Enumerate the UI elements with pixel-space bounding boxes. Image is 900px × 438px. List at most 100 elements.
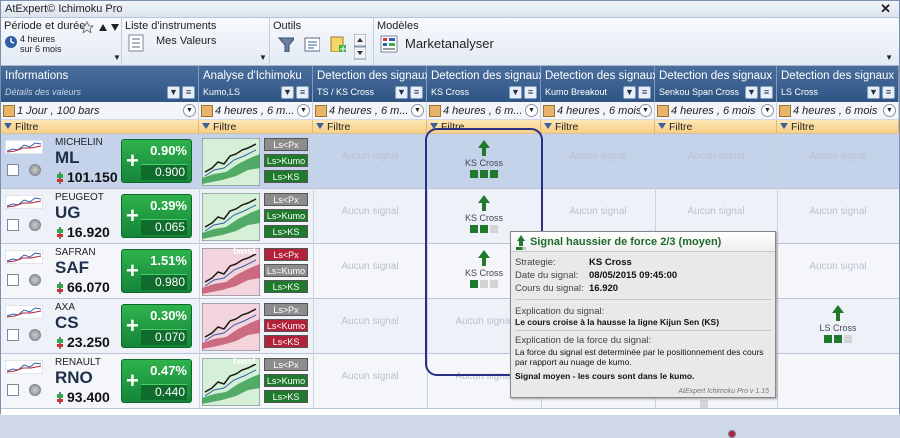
- instrument-list-value[interactable]: Mes Valeurs: [156, 35, 216, 47]
- row-radio[interactable]: [29, 274, 41, 286]
- instrument-price: 101.150: [67, 169, 118, 185]
- filter-icon: [316, 123, 324, 129]
- column-settings-icon[interactable]: ≡: [410, 86, 423, 99]
- column-filter-icon[interactable]: ▼: [623, 86, 636, 99]
- title-bar: AtExpert© Ichimoku Pro ✕: [1, 1, 899, 18]
- filter-row[interactable]: Filtre: [777, 120, 899, 134]
- report-tool-icon[interactable]: [304, 36, 320, 52]
- template-icon: [380, 35, 398, 53]
- add-column-icon[interactable]: [330, 36, 346, 52]
- period-selector[interactable]: 4 heures , 6 mois ▼: [541, 102, 655, 120]
- chevron-down-icon[interactable]: ▼: [525, 104, 538, 117]
- column-settings-icon[interactable]: ≡: [524, 86, 537, 99]
- column-title: Detection des signaux: [659, 70, 773, 82]
- outils-section: Outils: [270, 18, 374, 66]
- plus-icon: +: [126, 313, 139, 338]
- chevron-down-icon[interactable]: ▼: [183, 104, 196, 117]
- tooltip-value: KS Cross: [589, 257, 632, 268]
- period-selector[interactable]: 4 heures , 6 mois ▼: [777, 102, 899, 120]
- change-badge: +1.51% 0.980: [121, 249, 192, 293]
- cell-divider: [199, 299, 200, 354]
- chevron-down-icon[interactable]: ▼: [639, 104, 652, 117]
- column-settings-icon[interactable]: ≡: [760, 86, 773, 99]
- column-header[interactable]: Detection des signaux TS / KS Cross ▼ ≡: [313, 66, 430, 102]
- instrument-name: PEUGEOT: [55, 192, 104, 203]
- chevron-down-icon[interactable]: ▼: [297, 104, 310, 117]
- chevron-down-icon[interactable]: ▼: [761, 104, 774, 117]
- column-header[interactable]: Informations Détails des valeurs ▼ ≡: [1, 66, 199, 102]
- row-checkbox[interactable]: [7, 329, 19, 341]
- instrument-price: 66.070: [67, 279, 110, 295]
- change-percent: 0.47%: [150, 363, 187, 378]
- column-settings-icon[interactable]: ≡: [638, 86, 651, 99]
- change-percent: 0.30%: [150, 308, 187, 323]
- filter-tool-icon[interactable]: [278, 36, 294, 52]
- chevron-down-icon[interactable]: ▼: [883, 104, 896, 117]
- filter-icon: [4, 123, 12, 129]
- updown-stepper-icon[interactable]: [354, 34, 366, 60]
- filter-row[interactable]: Filtre: [541, 120, 655, 134]
- column-title: Informations: [5, 70, 69, 82]
- periode-dropdown-icon[interactable]: ▼: [113, 53, 121, 62]
- row-checkbox[interactable]: [7, 384, 19, 396]
- window-title: AtExpert© Ichimoku Pro: [5, 3, 123, 15]
- tooltip-force-text: par rapport au nuage de kumo.: [515, 357, 632, 367]
- period-selector[interactable]: 4 heures , 6 m... ▼: [313, 102, 427, 120]
- filter-row[interactable]: Filtre: [199, 120, 313, 134]
- tooltip-explanation: Le cours croise à la hausse la ligne Kij…: [515, 317, 720, 327]
- ichimoku-thumbnail[interactable]: [201, 192, 261, 242]
- column-settings-icon[interactable]: ≡: [182, 86, 195, 99]
- column-settings-icon[interactable]: ≡: [882, 86, 895, 99]
- row-checkbox[interactable]: [7, 274, 19, 286]
- column-header[interactable]: Detection des signaux Kumo Breakout ▼ ≡: [541, 66, 658, 102]
- column-filter-icon[interactable]: ▼: [509, 86, 522, 99]
- period-selector-value: 4 heures , 6 mois: [671, 105, 756, 117]
- change-badge: +0.30% 0.070: [121, 304, 192, 348]
- column-filter-icon[interactable]: ▼: [745, 86, 758, 99]
- toolbar-nav-icons[interactable]: [81, 21, 119, 33]
- ichimoku-thumbnail[interactable]: [201, 137, 261, 187]
- close-icon[interactable]: ✕: [880, 1, 891, 17]
- column-filter-icon[interactable]: ▼: [867, 86, 880, 99]
- signal-indicator[interactable]: LS Cross: [808, 305, 868, 346]
- change-percent: 1.51%: [150, 253, 187, 268]
- period-selector[interactable]: 1 Jour , 100 bars ▼: [1, 102, 199, 120]
- chevron-down-icon[interactable]: ▼: [411, 104, 424, 117]
- column-settings-icon[interactable]: ≡: [296, 86, 309, 99]
- row-radio[interactable]: [29, 329, 41, 341]
- ichimoku-thumbnail[interactable]: [201, 302, 261, 352]
- period-selector[interactable]: 4 heures , 6 m... ▼: [427, 102, 541, 120]
- row-radio[interactable]: [29, 384, 41, 396]
- ichimoku-status-label: Ls>Kumo: [264, 374, 308, 387]
- column-header[interactable]: Detection des signaux KS Cross ▼ ≡: [427, 66, 544, 102]
- instrument-price: 93.400: [67, 389, 110, 405]
- column-header[interactable]: Detection des signaux Senkou Span Cross ▼ ≡: [655, 66, 777, 102]
- modeles-dropdown-icon[interactable]: ▼: [885, 53, 893, 62]
- column-filter-icon[interactable]: ▼: [395, 86, 408, 99]
- column-header[interactable]: Detection des signaux LS Cross ▼ ≡: [777, 66, 899, 102]
- ichimoku-status-label: Ls>KS: [264, 280, 308, 293]
- plus-icon: +: [126, 203, 139, 228]
- instruments-dropdown-icon[interactable]: ▼: [259, 53, 267, 62]
- change-value: 0.980: [141, 274, 187, 290]
- template-value[interactable]: Marketanalyser: [405, 36, 494, 51]
- period-selector[interactable]: 4 heures , 6 mois ▼: [655, 102, 777, 120]
- column-subtitle: TS / KS Cross: [317, 87, 375, 97]
- column-header[interactable]: Analyse d'Ichimoku Kumo,LS ▼ ≡: [199, 66, 313, 102]
- filter-row[interactable]: Filtre: [1, 120, 199, 134]
- column-filter-icon[interactable]: ▼: [167, 86, 180, 99]
- column-subtitle: Détails des valeurs: [5, 87, 82, 97]
- filter-row[interactable]: Filtre: [313, 120, 427, 134]
- tooltip-divider: [515, 299, 771, 300]
- period-selector[interactable]: 4 heures , 6 m... ▼: [199, 102, 313, 120]
- row-radio[interactable]: [29, 164, 41, 176]
- column-filter-icon[interactable]: ▼: [281, 86, 294, 99]
- filter-row[interactable]: Filtre: [655, 120, 777, 134]
- no-signal-text: Aucun signal: [809, 206, 867, 217]
- row-checkbox[interactable]: [7, 219, 19, 231]
- row-radio[interactable]: [29, 219, 41, 231]
- column-title: Detection des signaux: [781, 70, 895, 82]
- change-value: 0.070: [141, 329, 187, 345]
- tooltip-header: Signal haussier de force 2/3 (moyen): [511, 232, 775, 252]
- row-checkbox[interactable]: [7, 164, 19, 176]
